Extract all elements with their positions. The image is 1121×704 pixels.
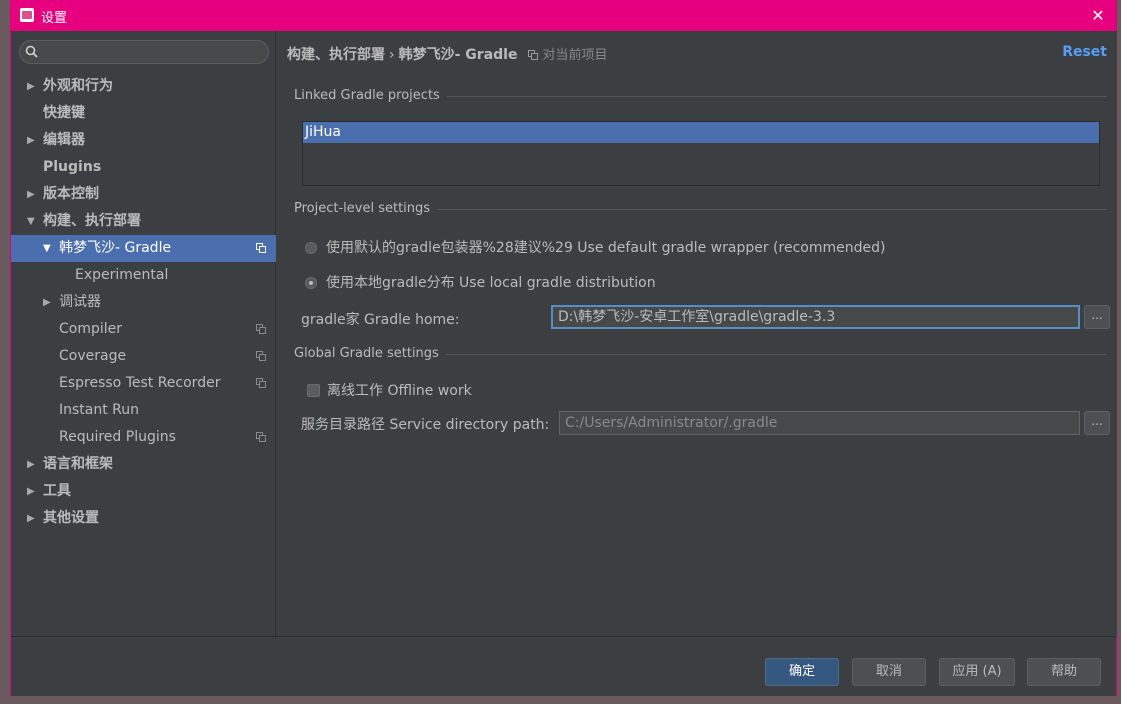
chevron-right-icon[interactable]: ▶ <box>27 478 39 505</box>
sidebar-item-label: 构建、执行部署 <box>43 213 141 229</box>
chevron-down-icon[interactable]: ▼ <box>43 235 55 262</box>
sidebar-item-label: 其他设置 <box>43 510 99 526</box>
sidebar-item[interactable]: ▶ 其他设置 <box>11 505 276 532</box>
sidebar-item-label: 调试器 <box>59 294 101 310</box>
section-divider <box>447 96 1107 97</box>
sidebar-item-label: Plugins <box>43 159 102 175</box>
copy-icon <box>256 243 266 253</box>
cancel-button[interactable]: 取消 <box>852 658 926 686</box>
service-directory-browse-button[interactable]: ... <box>1084 411 1110 435</box>
sidebar-item[interactable]: ▶ 编辑器 <box>11 127 276 154</box>
sidebar-item[interactable]: ▼ 构建、执行部署 <box>11 208 276 235</box>
breadcrumb-parent[interactable]: 构建、执行部署 <box>287 47 385 63</box>
project-settings-title: Project-level settings <box>294 201 431 216</box>
search-icon <box>25 45 38 58</box>
project-scope: 对当前项目 <box>528 44 607 63</box>
sidebar-item[interactable]: Espresso Test Recorder <box>11 370 276 397</box>
breadcrumb-current: 韩梦飞沙- Gradle <box>398 47 518 63</box>
sidebar-item-label: 版本控制 <box>43 186 99 202</box>
dialog-footer: 确定 取消 应用 (A) 帮助 <box>11 636 1116 696</box>
sidebar-item[interactable]: Compiler <box>11 316 276 343</box>
sidebar-item[interactable]: ▼ 韩梦飞沙- Gradle <box>11 235 276 262</box>
sidebar-item[interactable]: Instant Run <box>11 397 276 424</box>
settings-sidebar: ▶ 外观和行为 快捷键 ▶ 编辑器 Plugins ▶ 版本控制 ▼ 构建、执行部署 ▼ 韩梦飞沙- … <box>11 31 276 636</box>
ok-button[interactable]: 确定 <box>765 658 839 686</box>
sidebar-item-label: 工具 <box>43 483 71 499</box>
chevron-down-icon[interactable]: ▼ <box>27 208 39 235</box>
default-wrapper-label: 使用默认的gradle包装器%28建议%29 Use default gradl… <box>326 240 886 256</box>
local-distribution-label: 使用本地gradle分布 Use local gradle distributi… <box>326 275 656 291</box>
sidebar-item[interactable]: ▶ 版本控制 <box>11 181 276 208</box>
chevron-right-icon[interactable]: ▶ <box>27 451 39 478</box>
copy-icon <box>256 351 266 361</box>
sidebar-item-label: 编辑器 <box>43 132 85 148</box>
sidebar-item-label: 快捷键 <box>43 105 85 121</box>
apply-button[interactable]: 应用 (A) <box>939 658 1015 686</box>
project-scope-label: 对当前项目 <box>542 48 608 63</box>
sidebar-item-label: Required Plugins <box>59 429 176 445</box>
global-settings-title: Global Gradle settings <box>294 346 439 361</box>
copy-icon <box>256 432 266 442</box>
search-box[interactable] <box>19 40 269 64</box>
sidebar-item[interactable]: ▶ 语言和框架 <box>11 451 276 478</box>
chevron-right-icon[interactable]: ▶ <box>43 289 55 316</box>
sidebar-item-label: 韩梦飞沙- Gradle <box>59 240 172 256</box>
service-directory-field[interactable]: C:/Users/Administrator/.gradle <box>559 411 1080 435</box>
close-button[interactable]: ✕ <box>1088 6 1108 26</box>
chevron-right-icon[interactable]: ▶ <box>27 127 39 154</box>
sidebar-item-label: Compiler <box>59 321 123 337</box>
sidebar-item-label: Experimental <box>75 267 169 283</box>
linked-projects-list[interactable]: JiHua <box>302 121 1100 186</box>
sidebar-item[interactable]: Coverage <box>11 343 276 370</box>
section-divider <box>445 354 1107 355</box>
radio-button[interactable] <box>305 242 317 254</box>
offline-work-label: 离线工作 Offline work <box>327 383 472 399</box>
gradle-home-field[interactable]: D:\韩梦飞沙-安卓工作室\gradle\gradle-3.3 <box>551 305 1080 329</box>
sidebar-item[interactable]: ▶ 调试器 <box>11 289 276 316</box>
sidebar-item-label: Instant Run <box>59 402 140 418</box>
settings-tree: ▶ 外观和行为 快捷键 ▶ 编辑器 Plugins ▶ 版本控制 ▼ 构建、执行部署 ▼ 韩梦飞沙- … <box>11 73 276 532</box>
copy-icon <box>256 324 266 334</box>
chevron-right-icon[interactable]: ▶ <box>27 505 39 532</box>
sidebar-item[interactable]: ▶ 工具 <box>11 478 276 505</box>
breadcrumb-separator: › <box>389 47 395 63</box>
copy-icon <box>256 378 266 388</box>
app-icon <box>20 8 34 22</box>
gradle-home-browse-button[interactable]: ... <box>1084 305 1110 329</box>
project-item-jihua[interactable]: JiHua <box>303 122 1099 143</box>
search-input[interactable] <box>42 43 262 61</box>
service-directory-label: 服务目录路径 Service directory path: <box>301 417 550 433</box>
title-bar: 设置 ✕ <box>11 1 1116 31</box>
sidebar-item[interactable]: Required Plugins <box>11 424 276 451</box>
breadcrumb: 构建、执行部署 › 韩梦飞沙- Gradle 对当前项目 <box>287 44 607 64</box>
sidebar-item[interactable]: 快捷键 <box>11 100 276 127</box>
reset-link[interactable]: Reset <box>1062 44 1107 60</box>
window-title: 设置 <box>41 11 68 26</box>
sidebar-item-label: 外观和行为 <box>43 78 113 94</box>
settings-dialog: 设置 ✕ ▶ 外观和行为 快捷键 ▶ 编辑器 Plugins ▶ 版本控制 ▼ 构建、执行部署 ▼ 韩… <box>10 0 1117 696</box>
gradle-home-label: gradle家 Gradle home: <box>301 312 460 328</box>
sidebar-item-label: 语言和框架 <box>43 456 113 472</box>
chevron-right-icon[interactable]: ▶ <box>27 73 39 100</box>
sidebar-item[interactable]: Experimental <box>11 262 276 289</box>
sidebar-item-label: Espresso Test Recorder <box>59 375 221 391</box>
copy-icon <box>528 50 539 60</box>
sidebar-item-label: Coverage <box>59 348 127 364</box>
help-button[interactable]: 帮助 <box>1027 658 1101 686</box>
linked-projects-title: Linked Gradle projects <box>294 88 440 103</box>
sidebar-item[interactable]: ▶ 外观和行为 <box>11 73 276 100</box>
sidebar-item[interactable]: Plugins <box>11 154 276 181</box>
chevron-right-icon[interactable]: ▶ <box>27 181 39 208</box>
checkbox[interactable] <box>307 384 320 397</box>
radio-button-checked[interactable] <box>305 277 317 289</box>
section-divider <box>437 209 1107 210</box>
gradle-settings-panel: 构建、执行部署 › 韩梦飞沙- Gradle 对当前项目 Reset Linked … <box>277 31 1117 636</box>
